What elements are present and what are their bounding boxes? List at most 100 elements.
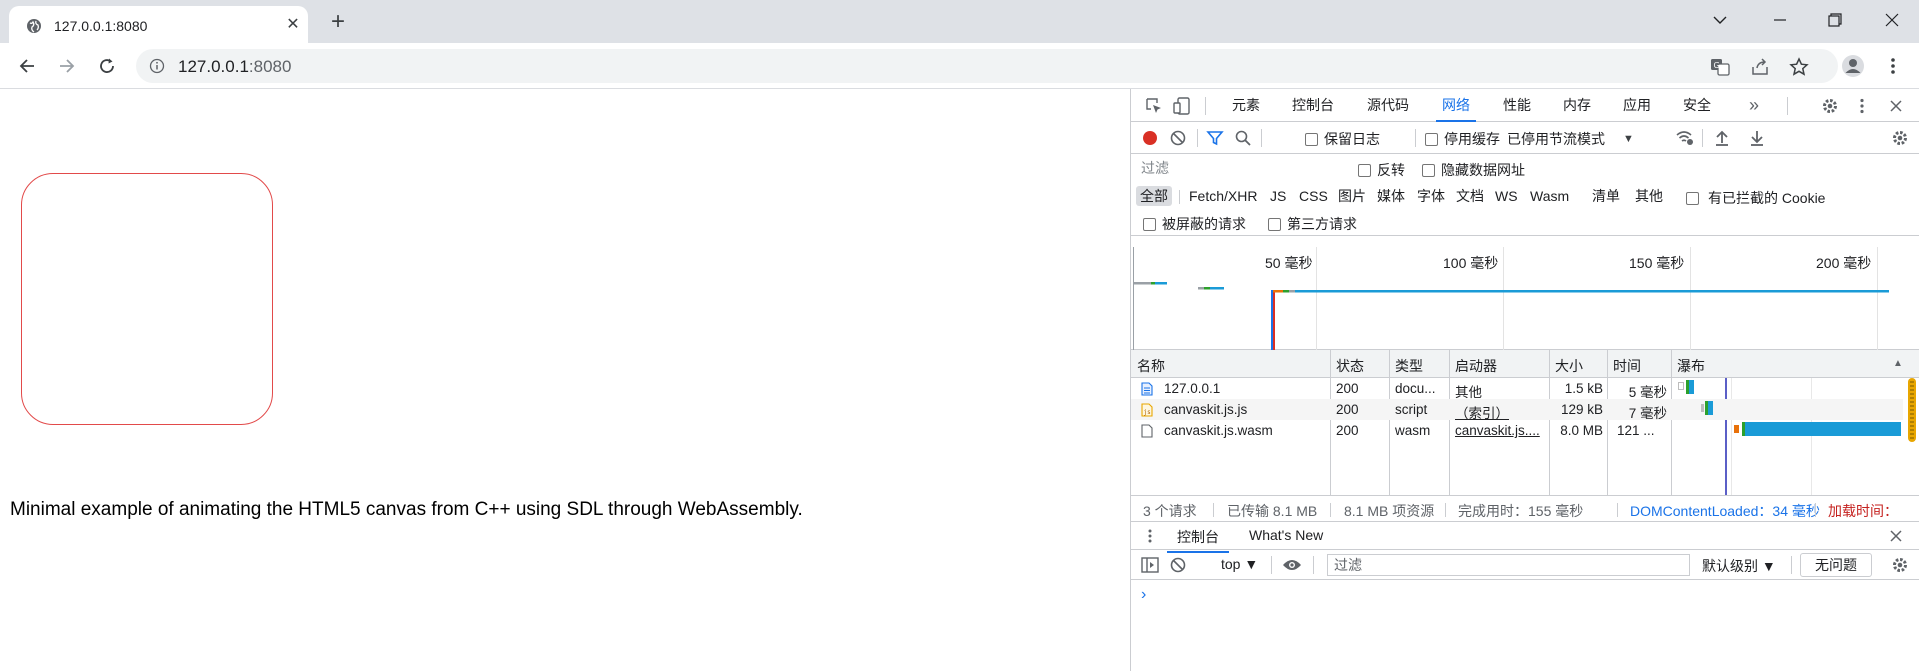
- export-har-icon[interactable]: [1746, 127, 1768, 149]
- request-time: 7 毫秒: [1628, 406, 1667, 421]
- disable-cache-checkbox[interactable]: 停用缓存: [1413, 129, 1500, 149]
- type-filter-font[interactable]: 字体: [1417, 186, 1445, 206]
- col-initiator-header[interactable]: 启动器: [1455, 356, 1497, 376]
- tab-search-icon[interactable]: [1700, 6, 1740, 34]
- close-drawer-icon[interactable]: [1885, 525, 1907, 547]
- checkbox[interactable]: [1268, 217, 1281, 231]
- separator: [1617, 503, 1618, 517]
- request-type: docu...: [1395, 381, 1436, 396]
- address-bar[interactable]: 127.0.0.1:8080 G: [136, 49, 1838, 83]
- col-name-header[interactable]: 名称: [1137, 356, 1165, 376]
- settings-gear-icon[interactable]: [1819, 95, 1841, 117]
- type-filter-doc[interactable]: 文档: [1456, 186, 1484, 206]
- col-waterfall-header[interactable]: 瀑布: [1677, 356, 1705, 376]
- table-row[interactable]: 127.0.0.1 200 docu... 其他 1.5 kB 5 毫秒: [1131, 378, 1903, 400]
- log-levels-select[interactable]: 默认级别 ▼: [1702, 556, 1776, 576]
- filter-input[interactable]: 过滤: [1139, 158, 1347, 178]
- tab-sources[interactable]: 源代码: [1367, 89, 1409, 122]
- share-icon[interactable]: [1748, 55, 1772, 79]
- request-initiator-link[interactable]: canvaskit.js....: [1455, 423, 1545, 438]
- issues-button[interactable]: 无问题: [1800, 553, 1872, 577]
- browser-tab[interactable]: 127.0.0.1:8080 ✕: [9, 6, 308, 43]
- checkbox[interactable]: [1686, 191, 1699, 205]
- type-filter-css[interactable]: CSS: [1299, 186, 1328, 206]
- forward-icon[interactable]: [52, 51, 82, 81]
- checkbox[interactable]: [1143, 217, 1156, 231]
- drawer-menu-icon[interactable]: [1139, 525, 1161, 547]
- type-filter-fetch-xhr[interactable]: Fetch/XHR: [1189, 186, 1257, 206]
- table-row[interactable]: js canvaskit.js.js 200 script （索引） 129 k…: [1131, 399, 1903, 422]
- context-selector[interactable]: top ▼: [1221, 556, 1258, 572]
- profile-avatar-icon[interactable]: [1838, 51, 1868, 81]
- close-tab-icon[interactable]: ✕: [284, 16, 302, 34]
- request-name: 127.0.0.1: [1164, 381, 1221, 396]
- tab-memory[interactable]: 内存: [1563, 89, 1591, 122]
- close-devtools-icon[interactable]: [1885, 95, 1907, 117]
- type-filter-media[interactable]: 媒体: [1377, 186, 1405, 206]
- live-expression-eye-icon[interactable]: [1281, 554, 1303, 576]
- record-icon[interactable]: [1139, 127, 1161, 149]
- checkbox[interactable]: [1425, 132, 1438, 146]
- col-size-header[interactable]: 大小: [1555, 356, 1583, 376]
- inspect-element-icon[interactable]: [1143, 95, 1165, 117]
- type-filter-all[interactable]: 全部: [1136, 186, 1172, 206]
- tab-console[interactable]: 控制台: [1292, 89, 1334, 122]
- filter-funnel-icon[interactable]: [1204, 127, 1226, 149]
- table-row[interactable]: canvaskit.js.wasm 200 wasm canvaskit.js.…: [1131, 420, 1903, 441]
- col-time-header[interactable]: 时间: [1613, 356, 1641, 376]
- col-status-header[interactable]: 状态: [1336, 356, 1364, 376]
- minimize-icon[interactable]: [1760, 6, 1800, 34]
- type-filter-ws[interactable]: WS: [1495, 186, 1518, 206]
- request-initiator-link[interactable]: （索引）: [1455, 402, 1509, 422]
- type-filter-js[interactable]: JS: [1270, 186, 1286, 206]
- blocked-cookies-checkbox[interactable]: 有已拦截的 Cookie: [1686, 188, 1825, 208]
- bookmark-star-icon[interactable]: [1787, 55, 1811, 79]
- third-party-checkbox[interactable]: 第三方请求: [1268, 214, 1357, 234]
- tab-performance[interactable]: 性能: [1503, 89, 1531, 122]
- tab-security[interactable]: 安全: [1683, 89, 1711, 122]
- col-type-header[interactable]: 类型: [1395, 356, 1423, 376]
- tab-elements[interactable]: 元素: [1232, 89, 1260, 122]
- blocked-requests-checkbox[interactable]: 被屏蔽的请求: [1143, 214, 1246, 234]
- sort-ascending-icon[interactable]: ▲: [1893, 358, 1903, 369]
- console-filter-input[interactable]: 过滤: [1327, 554, 1690, 576]
- drawer-tab-console[interactable]: 控制台: [1167, 527, 1229, 553]
- console-sidebar-icon[interactable]: [1139, 554, 1161, 576]
- new-tab-button[interactable]: +: [324, 9, 352, 37]
- clear-icon[interactable]: [1167, 127, 1189, 149]
- devtools-menu-icon[interactable]: [1851, 95, 1873, 117]
- restore-icon[interactable]: [1815, 6, 1855, 34]
- invert-checkbox[interactable]: 反转: [1358, 160, 1405, 180]
- animation-canvas[interactable]: [21, 173, 273, 425]
- type-filter-img[interactable]: 图片: [1338, 186, 1366, 206]
- drawer-tab-whats-new[interactable]: What's New: [1249, 527, 1323, 543]
- menu-kebab-icon[interactable]: [1878, 51, 1908, 81]
- import-har-icon[interactable]: [1711, 127, 1733, 149]
- type-filter-other[interactable]: 其他: [1635, 186, 1663, 206]
- clear-console-icon[interactable]: [1167, 554, 1189, 576]
- type-filter-wasm[interactable]: Wasm: [1530, 186, 1569, 206]
- device-toolbar-icon[interactable]: [1171, 95, 1193, 117]
- search-icon[interactable]: [1232, 127, 1254, 149]
- console-prompt-icon[interactable]: ›: [1141, 586, 1146, 604]
- checkbox[interactable]: [1305, 132, 1318, 146]
- tab-application[interactable]: 应用: [1623, 89, 1651, 122]
- checkbox[interactable]: [1422, 163, 1435, 177]
- waterfall-scrollbar[interactable]: [1906, 378, 1918, 442]
- preserve-log-checkbox[interactable]: 保留日志: [1305, 129, 1380, 149]
- network-settings-gear-icon[interactable]: [1889, 127, 1911, 149]
- network-conditions-icon[interactable]: [1674, 127, 1696, 149]
- timeline-overview[interactable]: 50 毫秒 100 毫秒 150 毫秒 200 毫秒: [1131, 247, 1919, 350]
- throttle-select[interactable]: 已停用节流模式 ▼: [1507, 129, 1634, 149]
- tab-network[interactable]: 网络: [1436, 89, 1476, 122]
- translate-icon[interactable]: G: [1708, 55, 1732, 79]
- back-icon[interactable]: [12, 51, 42, 81]
- close-window-icon[interactable]: [1872, 6, 1912, 34]
- checkbox[interactable]: [1358, 163, 1371, 177]
- more-tabs-icon[interactable]: »: [1749, 89, 1759, 122]
- type-filter-manifest[interactable]: 清单: [1592, 186, 1620, 206]
- console-settings-gear-icon[interactable]: [1889, 554, 1911, 576]
- info-icon[interactable]: [149, 58, 165, 74]
- reload-icon[interactable]: [92, 51, 122, 81]
- hide-data-urls-checkbox[interactable]: 隐藏数据网址: [1422, 160, 1525, 180]
